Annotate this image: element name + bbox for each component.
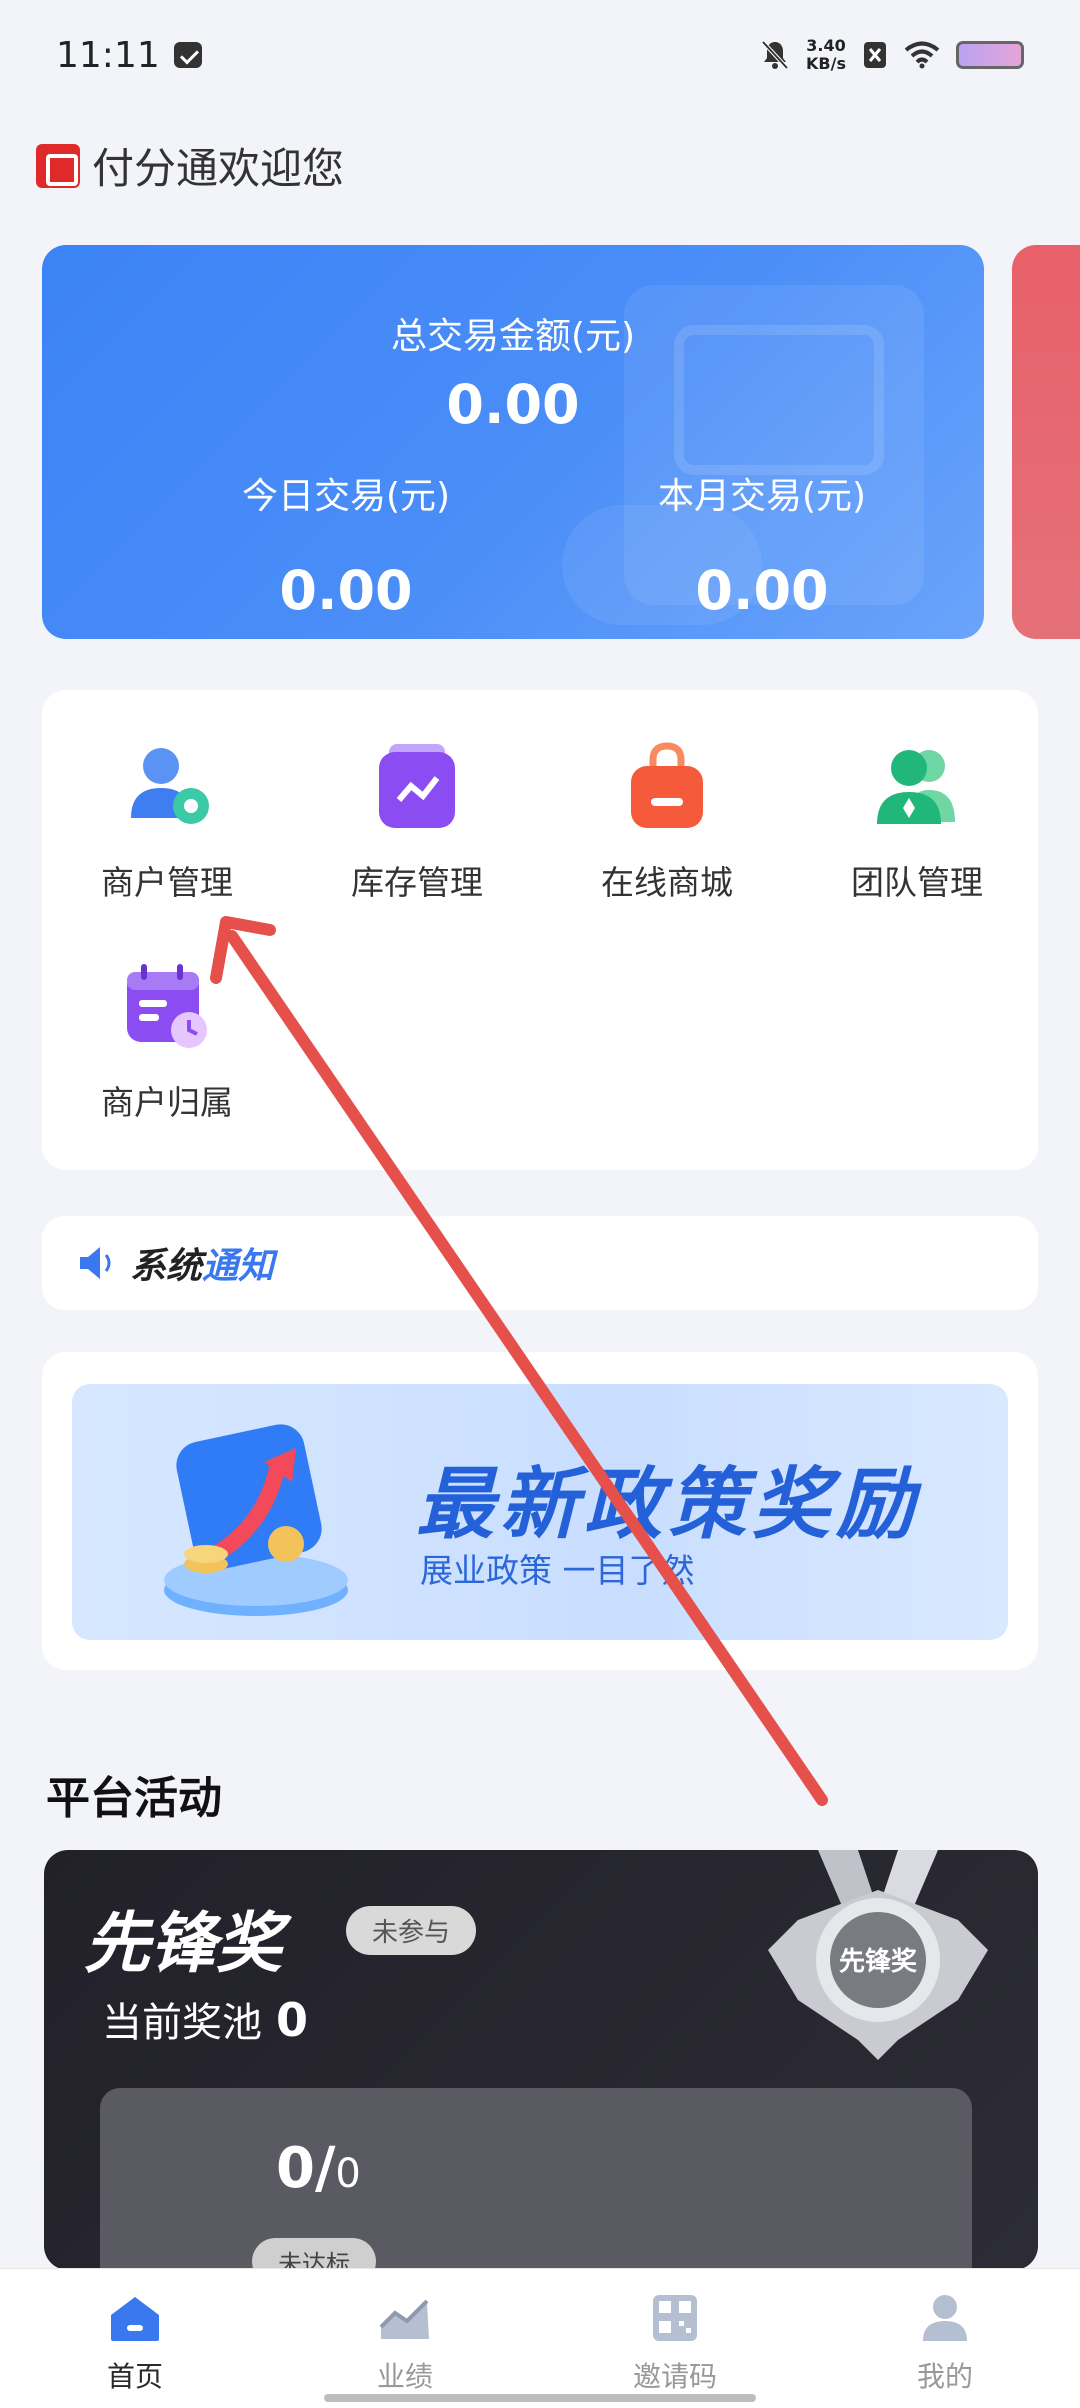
menu-item-merchant-management[interactable]: 商户管理 [42, 738, 292, 904]
status-bar: 11:11 3.40 KB/s [0, 0, 1080, 110]
mute-bell-icon [761, 40, 789, 70]
status-time: 11:11 [56, 34, 160, 76]
tab-invite-code[interactable]: 邀请码 [540, 2269, 810, 2408]
month-label: 本月交易(元) [657, 476, 867, 517]
bottom-tab-bar: 首页 业绩 邀请码 我的 [0, 2268, 1080, 2408]
menu-item-inventory-management[interactable]: 库存管理 [292, 738, 542, 904]
calendar-clock-icon [119, 958, 215, 1054]
today-stat: 今日交易(元) 0.00 [136, 467, 556, 622]
month-stat: 本月交易(元) 0.00 [552, 467, 972, 622]
home-icon [107, 2293, 163, 2343]
menu-label: 商户管理 [101, 863, 233, 902]
next-stats-card-peek[interactable] [1012, 245, 1080, 639]
tab-mine[interactable]: 我的 [810, 2269, 1080, 2408]
policy-banner[interactable]: 最新政策奖励 展业政策 一目了然 [72, 1384, 1008, 1640]
prize-pool-value: 0 [276, 1993, 309, 2047]
menu-item-team-management[interactable]: 团队管理 [792, 738, 1042, 904]
prize-pool: 当前奖池 0 [102, 1990, 308, 2048]
tab-home[interactable]: 首页 [0, 2269, 270, 2408]
menu-label: 在线商城 [601, 863, 733, 902]
month-value: 0.00 [695, 559, 829, 622]
speaker-icon [80, 1247, 111, 1279]
status-right: 3.40 KB/s [760, 37, 1024, 73]
status-left: 11:11 [56, 35, 202, 76]
activity-name: 先锋奖 [84, 1905, 282, 1982]
menu-item-merchant-ownership[interactable]: 商户归属 [42, 958, 292, 1124]
tab-performance[interactable]: 业绩 [270, 2269, 540, 2408]
menu-item-online-mall[interactable]: 在线商城 [542, 738, 792, 904]
total-amount-label: 总交易金额(元) [390, 316, 636, 357]
section-title-platform-activity: 平台活动 [46, 1773, 222, 1824]
network-speed: 3.40 KB/s [806, 37, 846, 73]
qr-code-icon [647, 2293, 703, 2343]
medal-label: 先锋奖 [839, 1946, 918, 1977]
system-notice-bar[interactable]: 系统 通知 [42, 1216, 1038, 1310]
tab-label: 邀请码 [632, 2360, 717, 2393]
wifi-icon [904, 41, 940, 69]
participation-badge: 未参与 [346, 1906, 477, 1955]
banner-subtitle: 展业政策 一目了然 [420, 1551, 695, 1590]
policy-banner-card: 最新政策奖励 展业政策 一目了然 [42, 1352, 1038, 1670]
transaction-stats-card[interactable]: 总交易金额(元) 0.00 今日交易(元) 0.00 本月交易(元) 0.00 [42, 245, 984, 639]
notice-title-part2: 通知 [202, 1246, 275, 1287]
today-label: 今日交易(元) [241, 476, 451, 517]
shopping-bag-icon [619, 738, 715, 834]
sim-disabled-icon [864, 42, 886, 68]
progress-ratio: 0/0 [276, 2136, 361, 2201]
performance-chart-icon [377, 2293, 433, 2343]
notice-title-part1: 系统 [130, 1246, 203, 1287]
banner-title: 最新政策奖励 [416, 1460, 921, 1550]
menu-label: 团队管理 [851, 863, 983, 902]
tab-label: 业绩 [376, 2360, 433, 2393]
prize-pool-label: 当前奖池 [102, 2000, 262, 2046]
progress-done: 0/ [276, 2136, 336, 2201]
menu-label: 库存管理 [351, 863, 483, 902]
progress-status-badge: 未达标 [252, 2238, 376, 2270]
total-amount-value: 0.00 [446, 373, 580, 436]
battery-icon [956, 41, 1024, 69]
network-speed-unit: KB/s [806, 54, 846, 73]
today-value: 0.00 [279, 559, 413, 622]
team-icon [869, 738, 965, 834]
welcome-header: 付分通欢迎您 [36, 135, 344, 196]
network-speed-value: 3.40 [806, 36, 846, 55]
activity-progress-box: 0/0 未达标 [100, 2088, 972, 2270]
function-menu-card: 商户管理 库存管理 在线商城 团队管理 商户归属 [42, 690, 1038, 1170]
inventory-chart-icon [369, 738, 465, 834]
activity-card-pioneer[interactable]: 先锋奖 未参与 当前奖池 0 先锋奖 0/0 未达标 [44, 1850, 1038, 2270]
tab-label: 我的 [916, 2360, 973, 2393]
tab-label: 首页 [106, 2360, 163, 2393]
menu-label: 商户归属 [101, 1083, 233, 1122]
growth-arrow-illustration [164, 1424, 348, 1616]
medal-icon: 先锋奖 [768, 1850, 988, 2060]
message-notification-icon [173, 42, 202, 68]
progress-total: 0 [335, 2151, 361, 2197]
home-indicator[interactable] [324, 2394, 756, 2402]
welcome-text: 付分通欢迎您 [92, 144, 345, 193]
merchant-user-icon [119, 738, 215, 834]
app-logo-icon [36, 143, 80, 188]
profile-icon [917, 2293, 973, 2343]
